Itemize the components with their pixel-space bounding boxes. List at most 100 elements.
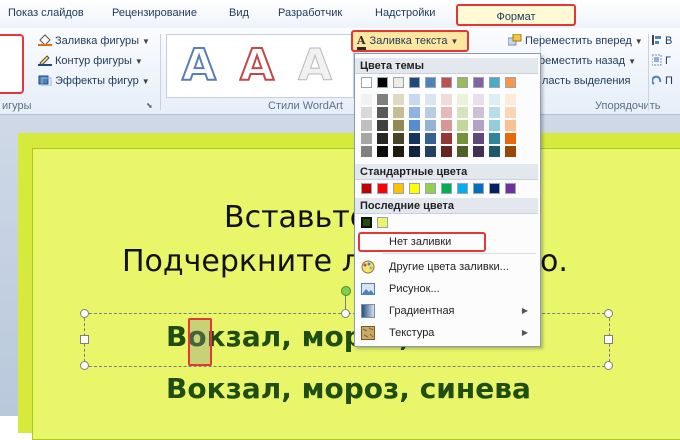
theme-color-shade-swatch[interactable] [473, 133, 484, 144]
theme-color-shade-swatch[interactable] [457, 133, 468, 144]
group-button[interactable]: Г [651, 52, 671, 70]
rotate-button[interactable]: П [651, 72, 673, 90]
bring-forward-button[interactable]: Переместить вперед ▼ [507, 32, 643, 50]
theme-color-shade-swatch[interactable] [361, 133, 372, 144]
standard-color-swatch[interactable] [441, 183, 452, 194]
tab-view[interactable]: Вид [229, 7, 249, 19]
tab-slide-show[interactable]: Показ слайдов [8, 7, 84, 19]
theme-color-shade-swatch[interactable] [457, 94, 468, 105]
theme-color-shade-swatch[interactable] [361, 107, 372, 118]
standard-color-swatch[interactable] [505, 183, 516, 194]
tab-developer[interactable]: Разработчик [278, 7, 342, 19]
theme-color-shade-swatch[interactable] [473, 146, 484, 157]
standard-color-swatch[interactable] [473, 183, 484, 194]
theme-color-shade-swatch[interactable] [393, 94, 404, 105]
theme-color-shade-swatch[interactable] [457, 107, 468, 118]
theme-color-shade-swatch[interactable] [473, 107, 484, 118]
theme-color-swatch[interactable] [377, 77, 388, 88]
theme-color-swatch[interactable] [409, 77, 420, 88]
text-fill-button[interactable]: A Заливка текста ▼ [351, 30, 469, 52]
theme-color-shade-swatch[interactable] [489, 107, 500, 118]
theme-color-shade-swatch[interactable] [377, 146, 388, 157]
shape-effects-button[interactable]: Эффекты фигур ▼ [38, 72, 150, 90]
shape-fill-button[interactable]: Заливка фигуры ▼ [38, 32, 150, 50]
theme-color-shade-swatch[interactable] [505, 94, 516, 105]
theme-color-swatch[interactable] [425, 77, 436, 88]
theme-color-shade-swatch[interactable] [489, 146, 500, 157]
dialog-launcher-icon[interactable]: ⬊ [146, 101, 153, 110]
align-button[interactable]: В [652, 32, 672, 50]
picture-item[interactable]: Рисунок... [357, 279, 536, 299]
recent-color-swatch[interactable] [361, 217, 372, 228]
theme-color-shade-swatch[interactable] [393, 107, 404, 118]
theme-color-shade-swatch[interactable] [425, 94, 436, 105]
standard-color-swatch[interactable] [489, 183, 500, 194]
theme-color-shade-swatch[interactable] [489, 120, 500, 131]
shape-gallery-edge[interactable] [0, 34, 24, 94]
wordart-style-blue-outline[interactable]: A [173, 40, 225, 92]
theme-color-shade-swatch[interactable] [441, 94, 452, 105]
wordart-text-line2[interactable]: Вокзал, мороз, синева [166, 372, 531, 405]
theme-color-swatch[interactable] [505, 77, 516, 88]
wordart-style-gray[interactable]: A [289, 40, 341, 91]
standard-color-swatch[interactable] [377, 183, 388, 194]
theme-color-shade-swatch[interactable] [377, 120, 388, 131]
rotation-handle[interactable] [341, 286, 351, 296]
theme-color-shade-swatch[interactable] [361, 146, 372, 157]
theme-color-shade-swatch[interactable] [441, 107, 452, 118]
theme-color-swatch[interactable] [457, 77, 468, 88]
theme-color-swatch[interactable] [361, 77, 372, 88]
standard-color-swatch[interactable] [361, 183, 372, 194]
standard-color-swatch[interactable] [425, 183, 436, 194]
selection-pane-button[interactable]: ласть выделения [542, 72, 631, 90]
theme-color-shade-swatch[interactable] [393, 146, 404, 157]
theme-color-shade-swatch[interactable] [441, 133, 452, 144]
theme-color-swatch[interactable] [489, 77, 500, 88]
theme-color-shade-swatch[interactable] [377, 133, 388, 144]
resize-handle-n[interactable] [341, 309, 350, 318]
theme-color-swatch[interactable] [473, 77, 484, 88]
theme-color-shade-swatch[interactable] [393, 120, 404, 131]
theme-color-shade-swatch[interactable] [425, 120, 436, 131]
shape-outline-button[interactable]: Контур фигуры ▼ [38, 52, 143, 70]
theme-color-shade-swatch[interactable] [425, 146, 436, 157]
theme-color-shade-swatch[interactable] [409, 94, 420, 105]
resize-handle-nw[interactable] [80, 309, 89, 318]
theme-color-swatch[interactable] [393, 77, 404, 88]
resize-handle-w[interactable] [80, 335, 89, 344]
theme-color-shade-swatch[interactable] [489, 94, 500, 105]
theme-color-shade-swatch[interactable] [409, 146, 420, 157]
tab-review[interactable]: Рецензирование [112, 7, 197, 19]
resize-handle-sw[interactable] [80, 361, 89, 370]
resize-handle-e[interactable] [604, 335, 613, 344]
tab-format[interactable]: Формат [456, 4, 576, 26]
theme-color-shade-swatch[interactable] [473, 94, 484, 105]
theme-color-shade-swatch[interactable] [473, 120, 484, 131]
theme-color-shade-swatch[interactable] [361, 120, 372, 131]
theme-color-shade-swatch[interactable] [457, 146, 468, 157]
theme-color-swatch[interactable] [441, 77, 452, 88]
theme-color-shade-swatch[interactable] [505, 107, 516, 118]
theme-color-shade-swatch[interactable] [505, 133, 516, 144]
more-fill-colors-item[interactable]: Другие цвета заливки... [357, 257, 536, 277]
theme-color-shade-swatch[interactable] [489, 133, 500, 144]
standard-color-swatch[interactable] [409, 183, 420, 194]
theme-color-shade-swatch[interactable] [393, 133, 404, 144]
gradient-item[interactable]: Градиентная ▶ [357, 301, 536, 321]
resize-handle-ne[interactable] [604, 309, 613, 318]
theme-color-shade-swatch[interactable] [377, 107, 388, 118]
texture-item[interactable]: Текстура ▶ [357, 323, 536, 343]
theme-color-shade-swatch[interactable] [409, 107, 420, 118]
resize-handle-se[interactable] [604, 361, 613, 370]
theme-color-shade-swatch[interactable] [425, 133, 436, 144]
theme-color-shade-swatch[interactable] [377, 94, 388, 105]
theme-color-shade-swatch[interactable] [457, 120, 468, 131]
theme-color-shade-swatch[interactable] [441, 146, 452, 157]
theme-color-shade-swatch[interactable] [361, 94, 372, 105]
standard-color-swatch[interactable] [457, 183, 468, 194]
wordart-style-red-outline[interactable]: A [231, 40, 283, 92]
theme-color-shade-swatch[interactable] [505, 120, 516, 131]
theme-color-shade-swatch[interactable] [409, 133, 420, 144]
tab-addins[interactable]: Надстройки [375, 7, 435, 19]
recent-color-swatch[interactable] [377, 217, 388, 228]
